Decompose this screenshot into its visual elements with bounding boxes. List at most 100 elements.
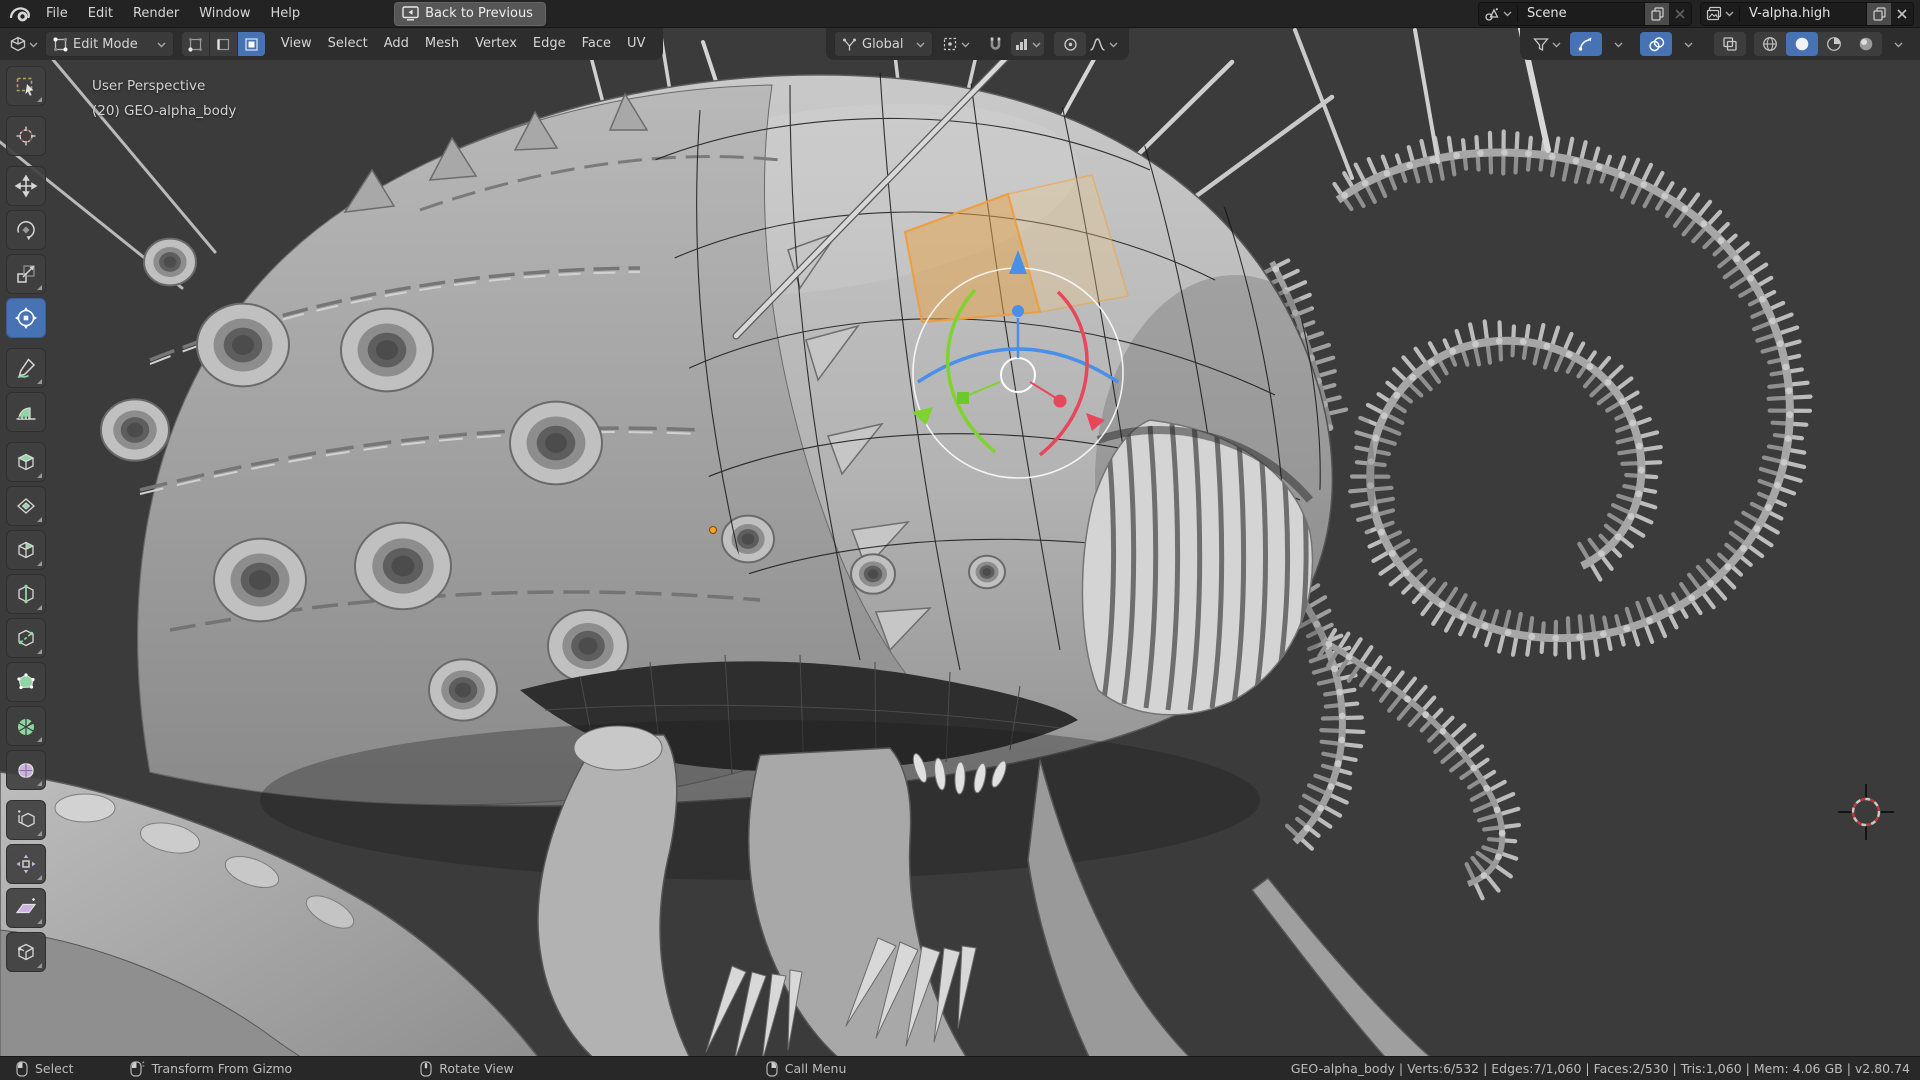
select-mode-group (182, 32, 265, 56)
face-select-mode-button[interactable] (238, 32, 265, 56)
hint-rotate-view: Rotate View (420, 1061, 514, 1077)
tool-select-box-button[interactable] (6, 66, 46, 106)
menu-edge[interactable]: Edge (525, 32, 574, 56)
pivot-point-button[interactable] (939, 32, 973, 56)
left-mouse-icon (16, 1061, 28, 1077)
chevron-down-icon (961, 41, 970, 48)
chevron-down-icon (1614, 41, 1623, 48)
chevron-down-icon (29, 41, 38, 48)
tool-rotate-button[interactable] (6, 210, 46, 250)
new-view-layer-button[interactable] (1866, 3, 1891, 25)
tool-shear-button[interactable] (6, 888, 46, 928)
edit-mode-icon (53, 37, 68, 52)
menu-face[interactable]: Face (574, 32, 619, 56)
remove-view-layer-button[interactable] (1891, 3, 1913, 25)
snap-target-button[interactable] (1011, 32, 1044, 56)
hint-call-menu-label: Call Menu (785, 1061, 847, 1076)
tool-rip-region-button[interactable] (6, 932, 46, 972)
chevron-down-icon (1684, 41, 1693, 48)
tool-measure-button[interactable] (6, 392, 46, 432)
viewport-3d[interactable]: Edit Mode View Select Add Mesh Vertex Ed… (0, 28, 1920, 1056)
menu-file[interactable]: File (36, 2, 78, 26)
show-overlays-toggle[interactable] (1640, 32, 1672, 56)
screen-back-icon (402, 6, 419, 21)
overlays-icon (1648, 37, 1665, 52)
tool-annotate-button[interactable] (6, 348, 46, 388)
tool-poly-build-button[interactable] (6, 662, 46, 702)
tool-transform-button[interactable] (6, 298, 46, 338)
editor-type-button[interactable] (6, 32, 41, 56)
tool-bevel-button[interactable] (6, 530, 46, 570)
hint-rotate-view-label: Rotate View (439, 1061, 514, 1076)
new-scene-button[interactable] (1644, 3, 1669, 25)
blender-window: File Edit Render Window Help Back to Pre… (0, 0, 1920, 1080)
xray-toggle[interactable] (1714, 32, 1746, 56)
wireframe-sphere-icon (1762, 36, 1778, 52)
menu-uv[interactable]: UV (619, 32, 653, 56)
gizmo-x-handle[interactable] (1054, 395, 1067, 408)
tool-edge-slide-button[interactable] (6, 800, 46, 840)
chevron-down-icon (1894, 41, 1903, 48)
menu-mesh[interactable]: Mesh (417, 32, 467, 56)
object-origin-dot (710, 527, 717, 534)
tool-smooth-button[interactable] (6, 750, 46, 790)
solid-sphere-icon (1794, 36, 1810, 52)
mode-label: Edit Mode (73, 37, 138, 52)
menu-vertex[interactable]: Vertex (467, 32, 525, 56)
back-to-previous-button[interactable]: Back to Previous (394, 2, 546, 26)
view-layer-name-field[interactable]: V-alpha.high (1740, 6, 1866, 21)
rendered-sphere-icon (1858, 36, 1874, 52)
viewport-shading-group (1754, 32, 1882, 56)
tool-loop-cut-button[interactable] (6, 574, 46, 614)
scene-name-field[interactable]: Scene (1518, 6, 1644, 21)
object-visibility-button[interactable] (1530, 32, 1564, 56)
unlink-scene-button[interactable] (1669, 3, 1691, 25)
tool-extrude-region-button[interactable] (6, 442, 46, 482)
menu-render[interactable]: Render (123, 2, 189, 26)
proportional-falloff-button[interactable] (1086, 32, 1121, 56)
scene-selector[interactable]: Scene (1478, 2, 1692, 26)
shading-dropdown[interactable] (1882, 32, 1914, 56)
tool-shelf (6, 66, 46, 972)
tool-move-button[interactable] (6, 166, 46, 206)
menu-window[interactable]: Window (189, 2, 260, 26)
xray-icon (1722, 36, 1738, 52)
show-gizmo-toggle[interactable] (1570, 32, 1602, 56)
edge-select-mode-button[interactable] (210, 32, 237, 56)
view-layer-selector[interactable]: V-alpha.high (1700, 2, 1914, 26)
shading-material-button[interactable] (1818, 32, 1850, 56)
menu-add[interactable]: Add (376, 32, 417, 56)
view-layer-icon (1706, 6, 1722, 22)
gizmo-z-handle[interactable] (1012, 305, 1024, 317)
menu-edit[interactable]: Edit (78, 2, 123, 26)
overlays-dropdown[interactable] (1672, 32, 1704, 56)
hint-call-menu: Call Menu (766, 1061, 847, 1077)
viewport-scene (0, 28, 1920, 1056)
falloff-curve-icon (1089, 37, 1106, 52)
shading-rendered-button[interactable] (1850, 32, 1882, 56)
chevron-down-icon (1109, 41, 1118, 48)
snap-toggle-button[interactable] (979, 32, 1011, 56)
menu-help[interactable]: Help (261, 2, 311, 26)
scene-statistics: GEO-alpha_body | Verts:6/532 | Edges:7/1… (1291, 1061, 1910, 1076)
chevron-down-icon (1552, 41, 1561, 48)
gizmo-dropdown[interactable] (1602, 32, 1634, 56)
mode-dropdown[interactable]: Edit Mode (45, 31, 174, 57)
vertex-select-mode-button[interactable] (182, 32, 209, 56)
shading-wireframe-button[interactable] (1754, 32, 1786, 56)
pivot-point-icon (942, 36, 958, 52)
tool-scale-button[interactable] (6, 254, 46, 294)
tool-cursor-button[interactable] (6, 116, 46, 156)
tool-spin-button[interactable] (6, 706, 46, 746)
tool-inset-faces-button[interactable] (6, 486, 46, 526)
shading-solid-button[interactable] (1786, 32, 1818, 56)
orientation-label: Global (862, 37, 903, 52)
menu-select[interactable]: Select (320, 32, 376, 56)
menu-view[interactable]: View (273, 32, 320, 56)
tool-shrink-fatten-button[interactable] (6, 844, 46, 884)
tool-knife-button[interactable] (6, 618, 46, 658)
gizmo-y-handle[interactable] (957, 392, 969, 404)
transform-orientation-dropdown[interactable]: Global (834, 31, 933, 57)
back-to-previous-label: Back to Previous (425, 6, 533, 21)
proportional-editing-button[interactable] (1054, 32, 1086, 56)
